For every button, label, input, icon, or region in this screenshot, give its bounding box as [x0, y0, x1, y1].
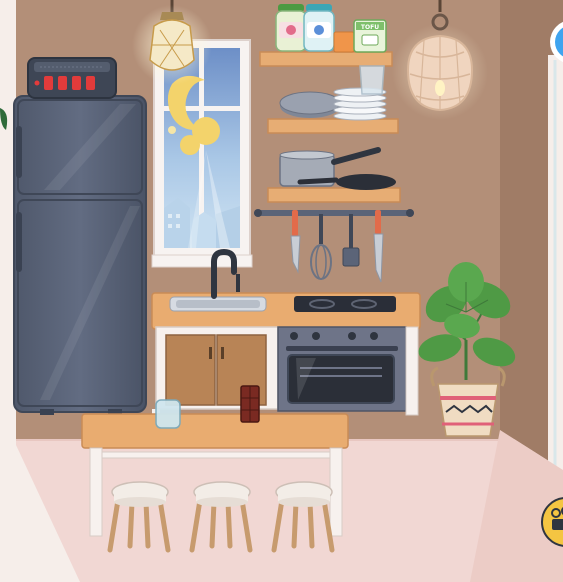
tofu-label: TOFU: [361, 24, 379, 31]
kitchen-svg: TOFU: [0, 0, 563, 582]
tofu-box: TOFU: [353, 19, 387, 53]
radio: [27, 57, 117, 99]
kitchen-scene: TOFU: [0, 0, 563, 582]
refrigerator: [13, 95, 147, 415]
